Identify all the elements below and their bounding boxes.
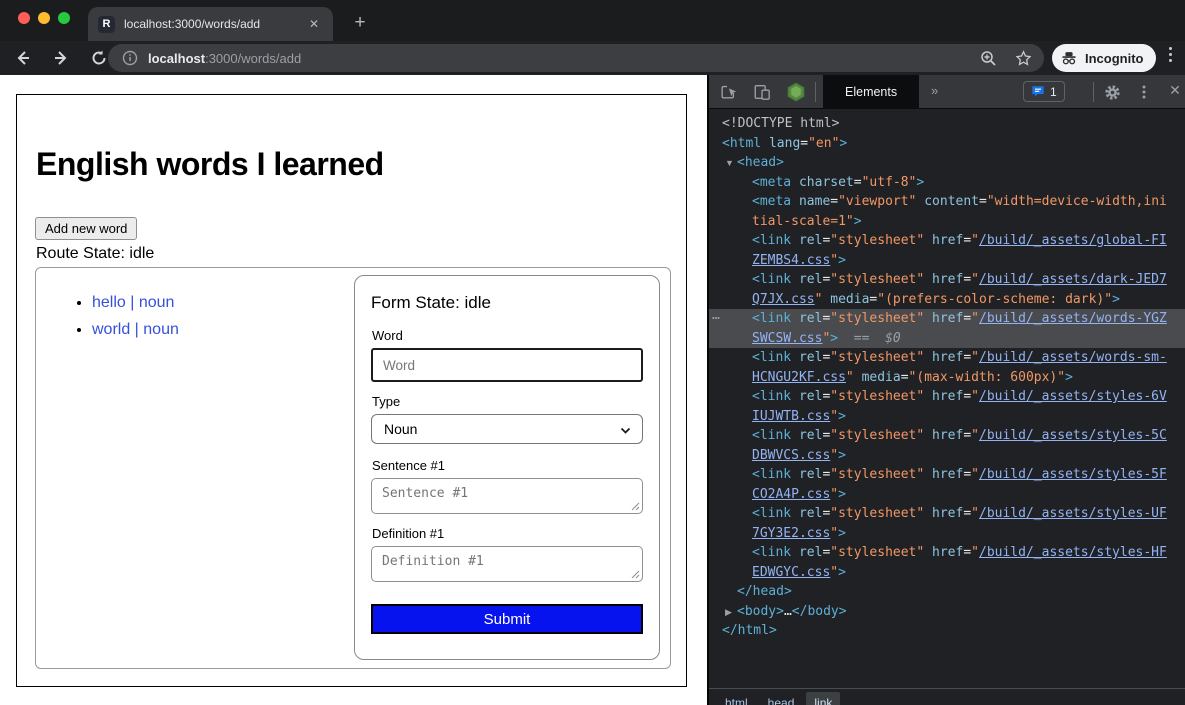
chevron-down-icon [619,424,632,437]
page-viewport: English words I learned Add new word Rou… [0,75,707,705]
dom-node-line[interactable]: </html> [709,621,1185,641]
back-button[interactable] [10,45,36,71]
browser-window: R localhost:3000/words/add ✕ + localhost… [0,0,1185,705]
browser-toolbar: localhost:3000/words/add Incognito [0,41,1185,75]
dom-node-line[interactable]: SWCSW.css"> == $0 [709,329,1185,349]
node-options-ellipsis[interactable]: … [712,306,721,326]
device-toolbar-icon[interactable] [751,82,773,102]
more-tabs-icon[interactable]: » [931,83,938,98]
browser-menu-icon[interactable] [1163,47,1177,62]
type-label: Type [372,394,643,409]
incognito-icon [1060,49,1078,67]
dom-node-line[interactable]: <link rel="stylesheet" href="/build/_ass… [709,270,1185,290]
minimize-window-button[interactable] [38,12,50,24]
devtools-close-icon[interactable]: ✕ [1165,82,1185,99]
dom-node-line[interactable]: HCNGU2KF.css" media="(max-width: 600px)"… [709,368,1185,388]
dom-node-line[interactable]: <meta name="viewport" content="width=dev… [709,192,1185,212]
tab-close-icon[interactable]: ✕ [305,15,323,33]
definition-label: Definition #1 [372,526,643,541]
dom-node-line[interactable]: <link rel="stylesheet" href="/build/_ass… [709,504,1185,524]
collapse-arrow-icon[interactable]: ▼ [725,154,734,174]
dom-node-line[interactable]: 7GY3E2.css"> [709,524,1185,544]
browser-tab[interactable]: R localhost:3000/words/add ✕ [88,7,333,41]
nodejs-hexagon-icon[interactable] [785,82,807,102]
type-select[interactable]: Noun [371,414,643,444]
submit-button[interactable]: Submit [371,604,643,634]
devtools-panel: Elements » 1 ✕ <!DOCTYPE html><html lang… [707,75,1185,705]
address-bar[interactable]: localhost:3000/words/add [108,44,1044,72]
dom-node-line[interactable]: tial-scale=1"> [709,212,1185,232]
incognito-label: Incognito [1085,51,1144,66]
issues-icon [1031,85,1045,98]
close-window-button[interactable] [18,12,30,24]
forward-button[interactable] [48,45,74,71]
tab-title: localhost:3000/words/add [124,17,305,31]
route-state-text: Route State: idle [36,245,154,263]
add-word-form: Form State: idle Word Type Noun Sentence… [354,275,660,660]
dom-node-line[interactable]: <link rel="stylesheet" href="/build/_ass… [709,426,1185,446]
breadcrumb-link[interactable]: link [806,692,840,705]
bookmark-star-icon[interactable] [1015,50,1032,67]
dom-node-line[interactable]: <!DOCTYPE html> [709,114,1185,134]
dom-node-line[interactable]: ZEMBS4.css"> [709,251,1185,271]
dom-breadcrumb: html head link [709,688,1185,705]
dom-node-line[interactable]: <link rel="stylesheet" href="/build/_ass… [709,387,1185,407]
elements-tree: <!DOCTYPE html><html lang="en">▼<head><m… [709,110,1185,688]
dom-node-line[interactable]: DBWVCS.css"> [709,446,1185,466]
tab-elements[interactable]: Elements [823,75,919,109]
remix-favicon: R [98,16,115,33]
toolbar-separator [1093,82,1094,102]
devtools-toolbar: Elements » 1 ✕ [709,75,1185,109]
dom-node-line[interactable]: <link rel="stylesheet" href="/build/_ass… [709,543,1185,563]
traffic-lights [18,12,70,24]
breadcrumb-head[interactable]: head [760,692,803,705]
words-panel: hello | noun world | noun Form State: id… [35,267,671,669]
word-input[interactable] [371,348,643,382]
dom-node-line[interactable]: <meta charset="utf-8"> [709,173,1185,193]
dom-node-line[interactable]: IUJWTB.css"> [709,407,1185,427]
definition-textarea[interactable] [371,546,643,582]
form-state-text: Form State: idle [371,293,643,313]
zoom-icon[interactable] [980,50,997,67]
dom-node-line[interactable]: </head> [709,582,1185,602]
fullscreen-window-button[interactable] [58,12,70,24]
sentence-label: Sentence #1 [372,458,643,473]
dom-node-line[interactable]: <link rel="stylesheet" href="/build/_ass… [709,348,1185,368]
dom-node-line[interactable]: EDWGYC.css"> [709,563,1185,583]
dom-node-line[interactable]: ▶<body>…</body> [709,602,1185,622]
add-new-word-button[interactable]: Add new word [35,217,137,240]
expand-arrow-icon[interactable]: ▶ [725,603,732,623]
breadcrumb-html[interactable]: html [717,692,756,705]
inspect-element-icon[interactable] [717,82,739,102]
word-link[interactable]: hello | noun [92,294,174,311]
app-container: English words I learned Add new word Rou… [16,94,687,687]
dom-node-line[interactable]: <link rel="stylesheet" href="/build/_ass… [709,465,1185,485]
issues-counter[interactable]: 1 [1023,81,1065,102]
word-label: Word [372,328,643,343]
new-tab-button[interactable]: + [346,10,374,36]
page-title: English words I learned [36,146,384,183]
dom-node-line[interactable]: <link rel="stylesheet" href="/build/_ass… [709,231,1185,251]
word-link[interactable]: world | noun [92,321,179,338]
devtools-menu-icon[interactable] [1133,82,1155,102]
dom-node-line[interactable]: CO2A4P.css"> [709,485,1185,505]
toolbar-separator [815,82,816,102]
dom-node-line[interactable]: Q7JX.css" media="(prefers-color-scheme: … [709,290,1185,310]
dom-node-line[interactable]: ▼<head> [709,153,1185,173]
issues-count: 1 [1050,85,1057,99]
site-info-icon[interactable] [122,50,138,66]
incognito-badge: Incognito [1052,44,1156,72]
dom-node-line[interactable]: <html lang="en"> [709,134,1185,154]
dom-node-line[interactable]: …<link rel="stylesheet" href="/build/_as… [709,309,1185,329]
settings-gear-icon[interactable] [1101,82,1123,102]
url-text: localhost:3000/words/add [148,51,301,66]
titlebar: R localhost:3000/words/add ✕ + [0,0,1185,41]
type-select-value: Noun [384,421,417,437]
sentence-textarea[interactable] [371,478,643,514]
